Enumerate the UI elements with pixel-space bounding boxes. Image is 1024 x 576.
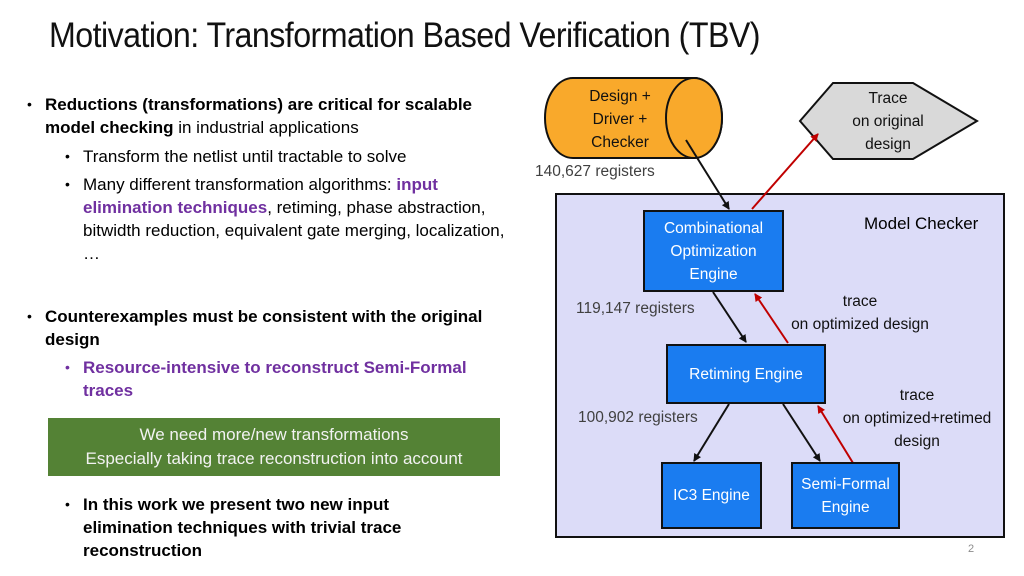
- bullet-reductions-rest: in industrial applications: [173, 118, 359, 137]
- trace-retimed-line-2: on optimized+retimed: [842, 410, 992, 427]
- semi-formal-engine: Semi-Formal Engine: [791, 462, 900, 529]
- callout-line-2: Especially taking trace reconstruction i…: [85, 449, 463, 468]
- trace-optimized-line-1: trace: [842, 293, 878, 310]
- ic3-label: IC3 Engine: [673, 487, 750, 504]
- design-driver-checker-node: Design + Driver + Checker: [578, 84, 662, 154]
- hexagon-line-3: design: [865, 135, 911, 153]
- cylinder-line-2: Driver +: [592, 110, 648, 128]
- comb-line-3: Engine: [689, 265, 738, 283]
- model-checker-label: Model Checker: [864, 214, 979, 233]
- bullet-dot: •: [65, 148, 70, 164]
- registers-original: 140,627 registers: [535, 163, 655, 180]
- trace-retimed-label: trace on optimized+retimed design: [832, 384, 1002, 453]
- trace-retimed-line-1: trace: [899, 387, 935, 404]
- combinational-optimization-engine: Combinational Optimization Engine: [643, 210, 784, 292]
- subbullet-resource-text: Resource-intensive to reconstruct Semi-F…: [83, 358, 467, 400]
- bullet-counterexamples: • Counterexamples must be consistent wit…: [27, 305, 525, 351]
- subbullet-text-pre: Many different transformation algorithms…: [83, 175, 397, 194]
- page-number: 2: [968, 543, 975, 555]
- trace-optimized-line-2: on optimized design: [791, 316, 929, 333]
- retiming-label: Retiming Engine: [689, 365, 803, 383]
- subbullet-text: Transform the netlist until tractable to…: [83, 147, 407, 166]
- bullet-dot: •: [65, 496, 70, 512]
- semiformal-line-2: Engine: [821, 498, 870, 516]
- bullet-this-work-text: In this work we present two new input el…: [83, 495, 402, 560]
- bullet-counterexamples-text: Counterexamples must be consistent with …: [45, 307, 483, 349]
- cylinder-line-1: Design +: [589, 87, 651, 105]
- callout-box: We need more/new transformations Especia…: [48, 418, 500, 476]
- trace-retimed-line-3: design: [894, 433, 940, 450]
- retiming-engine: Retiming Engine: [666, 344, 826, 404]
- slide: Motivation: Transformation Based Verific…: [0, 0, 1024, 576]
- bullet-dot: •: [65, 359, 70, 375]
- hexagon-line-2: on original: [852, 112, 924, 130]
- bullet-dot: •: [27, 96, 32, 112]
- bullet-reductions: • Reductions (transformations) are criti…: [27, 93, 525, 139]
- ic3-engine: IC3 Engine: [661, 462, 762, 529]
- bullet-dot: •: [65, 176, 70, 192]
- comb-line-1: Combinational: [663, 219, 764, 237]
- trace-optimized-label: trace on optimized design: [783, 290, 937, 336]
- bullet-this-work: • In this work we present two new input …: [65, 493, 483, 562]
- comb-line-2: Optimization: [670, 242, 757, 260]
- slide-title: Motivation: Transformation Based Verific…: [49, 16, 761, 55]
- callout-line-1: We need more/new transformations: [139, 425, 409, 444]
- subbullet-algorithms: • Many different transformation algorith…: [65, 173, 508, 265]
- registers-optimized: 119,147 registers: [576, 300, 695, 317]
- trace-original-node: Trace on original design: [833, 86, 943, 156]
- registers-retimed: 100,902 registers: [578, 409, 698, 426]
- bullet-dot: •: [27, 308, 32, 324]
- cylinder-line-3: Checker: [591, 133, 649, 151]
- semiformal-line-1: Semi-Formal: [801, 475, 890, 493]
- hexagon-line-1: Trace: [868, 89, 908, 107]
- subbullet-transform-netlist: • Transform the netlist until tractable …: [65, 145, 523, 168]
- subbullet-resource-intensive: • Resource-intensive to reconstruct Semi…: [65, 356, 508, 402]
